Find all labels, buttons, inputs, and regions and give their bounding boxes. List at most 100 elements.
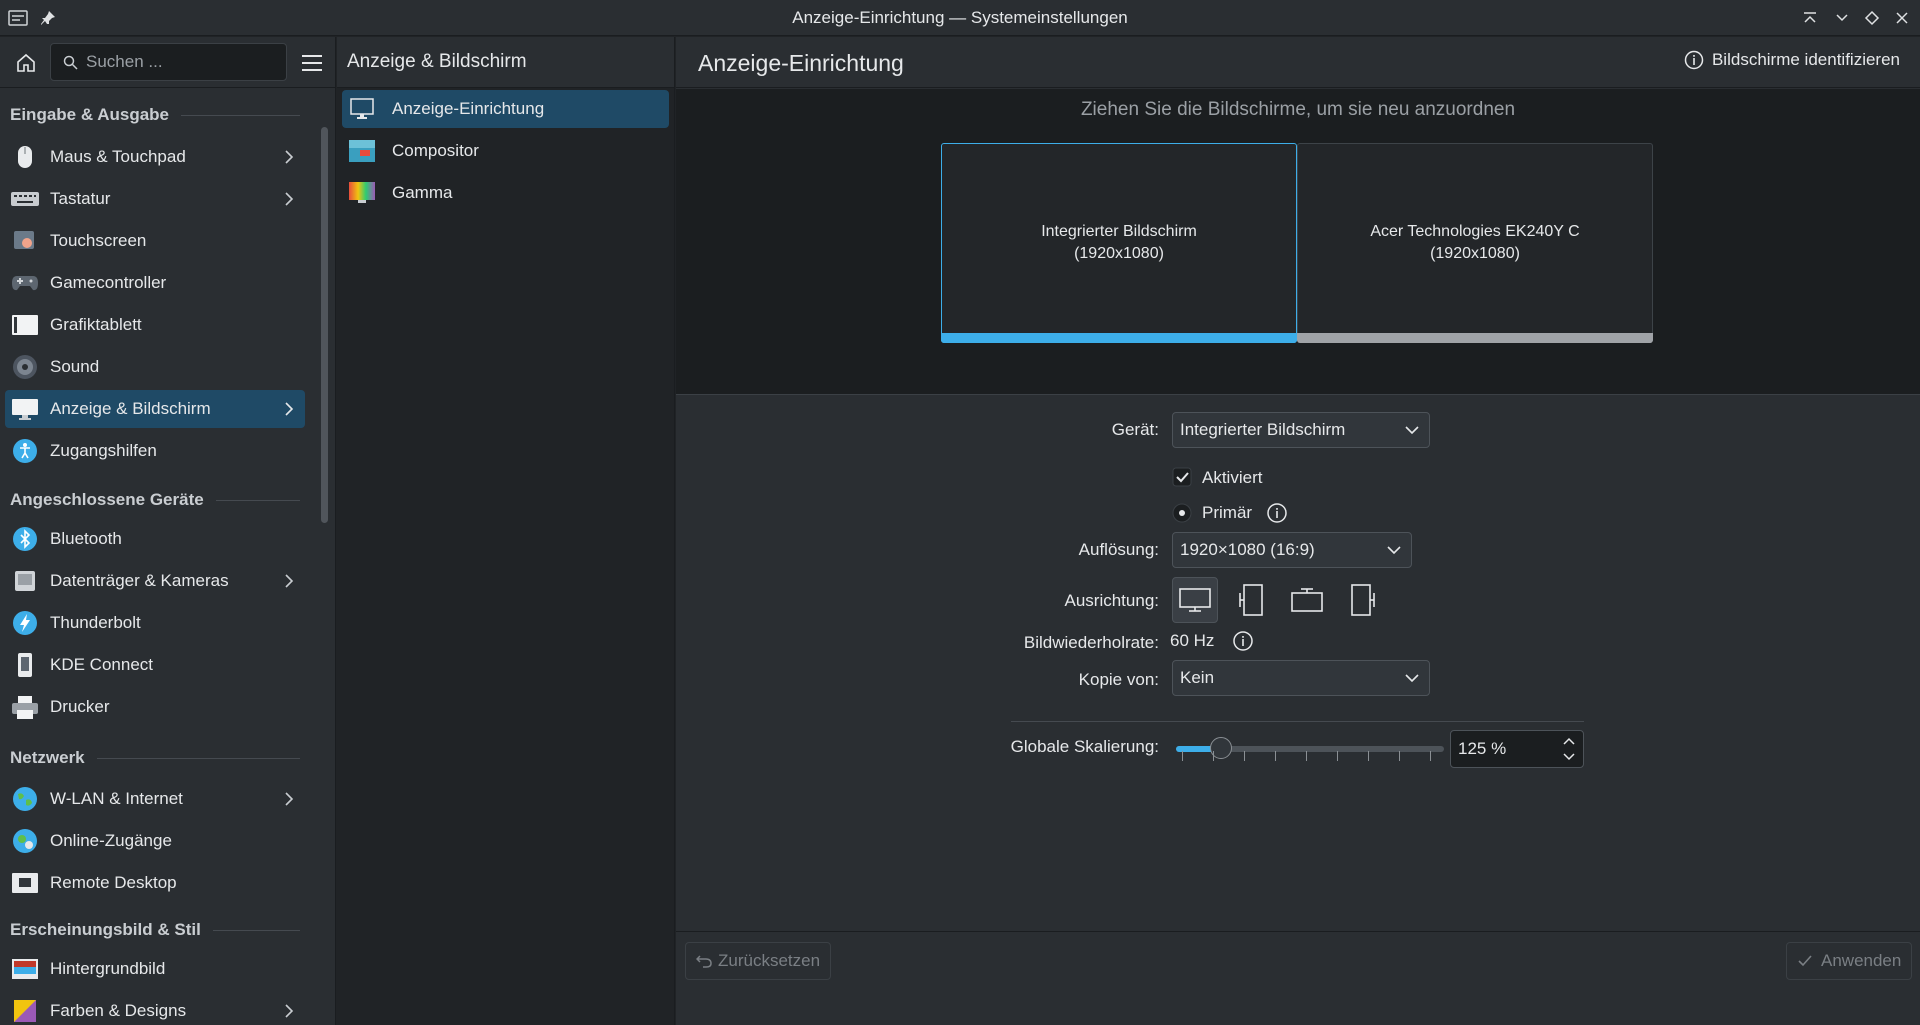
orientation-landscape-button[interactable]	[1172, 577, 1218, 623]
sidebar-item-keyboard[interactable]: Tastatur	[5, 180, 305, 218]
sidebar-item-sound[interactable]: Sound	[5, 348, 305, 386]
online-accounts-icon	[11, 827, 39, 855]
chevron-down-icon	[1387, 546, 1401, 555]
orientation-flipped-button[interactable]	[1284, 577, 1330, 623]
mirror-combobox[interactable]: Kein	[1172, 660, 1430, 696]
refresh-rate-value: 60 Hz	[1170, 631, 1215, 650]
apply-button[interactable]: Anwenden	[1786, 942, 1913, 980]
sidebar: Eingabe & Ausgabe Maus & Touchpad Tastat…	[0, 37, 336, 1025]
sidebar-item-gamecontroller[interactable]: Gamecontroller	[5, 264, 305, 302]
chevron-right-icon	[285, 150, 294, 164]
monitor-name: Integrierter Bildschirm	[1041, 223, 1197, 240]
check-icon	[1798, 955, 1812, 967]
search-field[interactable]	[50, 43, 287, 81]
device-combobox[interactable]: Integrierter Bildschirm	[1172, 412, 1430, 448]
enabled-checkbox[interactable]: Aktiviert	[1172, 467, 1262, 489]
slider-tick	[1306, 751, 1307, 761]
sidebar-item-drives-cameras[interactable]: Datenträger & Kameras	[5, 562, 305, 600]
subcategory-item-label: Gamma	[392, 183, 453, 202]
sidebar-item-printer[interactable]: Drucker	[5, 688, 305, 726]
remote-desktop-icon	[11, 869, 39, 897]
sidebar-item-label: Remote Desktop	[50, 873, 177, 892]
sidebar-item-thunderbolt[interactable]: Thunderbolt	[5, 604, 305, 642]
sidebar-item-wallpaper[interactable]: Hintergrundbild	[5, 950, 305, 988]
sidebar-item-wlan-internet[interactable]: W-LAN & Internet	[5, 780, 305, 818]
scrollbar-thumb[interactable]	[321, 127, 328, 523]
sidebar-item-display-screen[interactable]: Anzeige & Bildschirm	[5, 390, 305, 428]
subcategory-item-display-setup[interactable]: Anzeige-Einrichtung	[342, 90, 669, 128]
portrait-right-icon	[1351, 584, 1375, 616]
sidebar-item-kde-connect[interactable]: KDE Connect	[5, 646, 305, 684]
slider-tick	[1213, 751, 1214, 761]
slider-tick	[1430, 751, 1431, 761]
subcategory-title: Anzeige & Bildschirm	[337, 37, 674, 88]
slider-tick	[1244, 751, 1245, 761]
chevron-right-icon	[285, 402, 294, 416]
chevron-down-icon	[1405, 426, 1419, 435]
sidebar-item-remote-desktop[interactable]: Remote Desktop	[5, 864, 305, 902]
sidebar-scrollbar[interactable]	[318, 127, 330, 1025]
mirror-value: Kein	[1180, 668, 1215, 687]
reset-button[interactable]: Zurücksetzen	[685, 942, 832, 980]
minimize-icon[interactable]	[1830, 6, 1854, 30]
sidebar-item-label: Maus & Touchpad	[50, 147, 186, 166]
hamburger-menu-button[interactable]	[298, 49, 326, 77]
scale-spinbox[interactable]: 125 %	[1450, 730, 1584, 768]
maximize-icon[interactable]	[1860, 6, 1884, 30]
monitor-resolution: (1920x1080)	[1430, 245, 1520, 262]
scale-slider[interactable]	[1176, 737, 1444, 759]
colors-icon	[11, 997, 39, 1025]
category-heading: Erscheinungsbild & Stil	[10, 920, 300, 940]
window-title: Anzeige-Einrichtung — Systemeinstellunge…	[792, 8, 1128, 27]
touchscreen-icon	[11, 227, 39, 255]
sidebar-item-touchscreen[interactable]: Touchscreen	[5, 222, 305, 260]
search-input[interactable]	[86, 52, 266, 72]
display-icon	[11, 395, 39, 423]
subcategory-pane: Anzeige & Bildschirm Anzeige-Einrichtung…	[337, 37, 675, 1025]
device-label: Gerät:	[1111, 420, 1159, 439]
sidebar-item-label: Thunderbolt	[50, 613, 141, 632]
monitor-resolution: (1920x1080)	[1074, 245, 1164, 262]
tablet-icon	[11, 311, 39, 339]
refresh-rate-label: Bildwiederholrate:	[1023, 633, 1159, 652]
monitor-tile-integrated[interactable]: Integrierter Bildschirm (1920x1080)	[941, 143, 1297, 343]
monitor-status-bar	[1297, 333, 1653, 343]
sidebar-item-accessibility[interactable]: Zugangshilfen	[5, 432, 305, 470]
identify-screens-button[interactable]: Bildschirme identifizieren	[1684, 50, 1900, 70]
slider-tick	[1368, 751, 1369, 761]
sidebar-item-colors-themes[interactable]: Farben & Designs	[5, 992, 305, 1025]
resolution-combobox[interactable]: 1920×1080 (16:9)	[1172, 532, 1412, 568]
subcategory-item-compositor[interactable]: Compositor	[342, 132, 669, 170]
accessibility-icon	[11, 437, 39, 465]
orientation-portrait-left-button[interactable]	[1228, 577, 1274, 623]
keep-above-icon[interactable]	[1798, 6, 1822, 30]
sidebar-header	[0, 37, 335, 88]
sidebar-item-label: Sound	[50, 357, 100, 376]
subcategory-item-gamma[interactable]: Gamma	[342, 174, 669, 212]
primary-radio[interactable]: Primär	[1172, 502, 1288, 524]
subcategory-item-label: Anzeige-Einrichtung	[392, 99, 545, 118]
category-heading: Netzwerk	[10, 748, 300, 768]
sidebar-item-label: Zugangshilfen	[50, 441, 157, 460]
monitor-icon	[350, 98, 374, 119]
main-pane: Anzeige-Einrichtung Bildschirme identifi…	[676, 37, 1920, 1025]
category-heading: Angeschlossene Geräte	[10, 490, 300, 510]
checkmark-icon	[1172, 467, 1192, 487]
slider-tick	[1182, 751, 1183, 761]
sidebar-item-label: Farben & Designs	[50, 1001, 187, 1020]
close-icon[interactable]	[1890, 6, 1914, 30]
resolution-label: Auflösung:	[1078, 540, 1159, 559]
orientation-portrait-right-button[interactable]	[1340, 577, 1386, 623]
sidebar-item-graphics-tablet[interactable]: Grafiktablett	[5, 306, 305, 344]
sidebar-item-label: Datenträger & Kameras	[50, 571, 229, 590]
gamma-icon	[349, 182, 375, 203]
monitor-tile-acer[interactable]: Acer Technologies EK240Y C (1920x1080)	[1297, 143, 1653, 343]
sidebar-item-online-accounts[interactable]: Online-Zugänge	[5, 822, 305, 860]
home-button[interactable]	[10, 47, 42, 79]
primary-label: Primär	[1202, 503, 1253, 522]
kdeconnect-icon	[11, 651, 39, 679]
sidebar-item-mouse-touchpad[interactable]: Maus & Touchpad	[5, 138, 305, 176]
sidebar-item-bluetooth[interactable]: Bluetooth	[5, 520, 305, 558]
sidebar-item-label: Touchscreen	[50, 231, 147, 250]
monitor-status-bar	[941, 333, 1297, 343]
